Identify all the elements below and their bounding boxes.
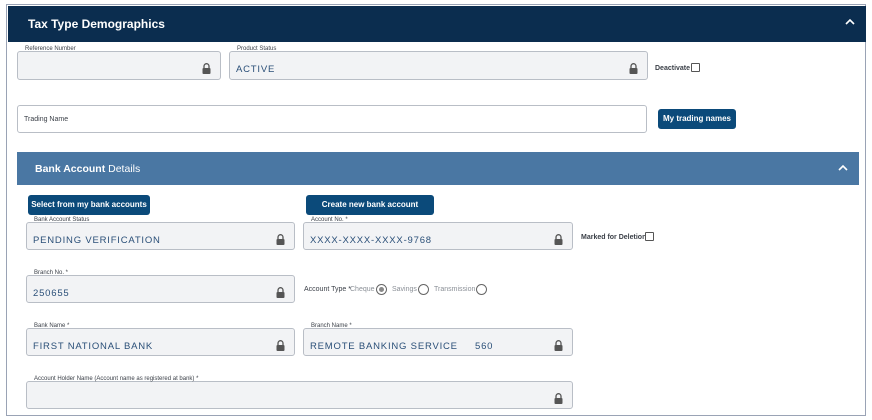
tax-type-header[interactable]: Tax Type Demographics	[8, 6, 866, 42]
bank-account-status-label: Bank Account Status	[33, 217, 91, 223]
account-type-savings-radio[interactable]	[418, 284, 429, 295]
select-from-bank-accounts-button[interactable]: Select from my bank accounts	[28, 195, 150, 215]
account-type-label: Account Type *	[304, 286, 351, 293]
create-new-bank-account-button[interactable]: Create new bank account	[306, 195, 434, 215]
lock-icon	[629, 61, 638, 74]
chevron-up-icon[interactable]	[837, 162, 849, 174]
bank-account-status-field[interactable]: Bank Account Status PENDING VERIFICATION	[26, 217, 295, 250]
lock-icon	[276, 232, 285, 245]
chevron-up-icon[interactable]	[844, 16, 856, 28]
marked-for-deletion-label: Marked for Deletion	[581, 234, 647, 241]
branch-number-value: 250655	[33, 288, 70, 299]
trading-name-label: Trading Name	[24, 116, 69, 123]
branch-number-label: Branch No. *	[33, 270, 70, 276]
branch-name-value: REMOTE BANKING SERVICE 560	[310, 341, 494, 352]
deactivate-label: Deactivate	[655, 65, 691, 72]
lock-icon	[554, 391, 563, 404]
bank-account-title: Bank Account Details	[35, 163, 141, 175]
lock-icon	[554, 232, 563, 245]
lock-icon	[554, 338, 563, 351]
bank-name-label: Bank Name *	[33, 323, 71, 329]
product-status-field[interactable]: Product Status ACTIVE	[229, 46, 648, 80]
account-type-cheque-radio[interactable]	[376, 284, 387, 295]
branch-name-label: Branch Name *	[310, 323, 353, 329]
account-type-option-label: Savings	[392, 286, 417, 293]
account-number-value: XXXX-XXXX-XXXX-9768	[310, 235, 432, 246]
bank-name-value: FIRST NATIONAL BANK	[33, 341, 154, 352]
deactivate-checkbox[interactable]	[691, 63, 700, 72]
reference-number-field[interactable]: Reference Number	[17, 46, 221, 80]
branch-number-field[interactable]: Branch No. * 250655	[26, 270, 295, 303]
marked-for-deletion-checkbox[interactable]	[645, 232, 654, 241]
trading-name-input[interactable]: Trading Name	[17, 105, 647, 133]
product-status-label: Product Status	[236, 46, 278, 52]
lock-icon	[202, 61, 211, 74]
account-holder-name-field[interactable]: Account Holder Name (Account name as reg…	[26, 376, 573, 409]
tax-type-panel: Tax Type Demographics Reference Number P…	[6, 4, 866, 416]
page-title: Tax Type Demographics	[28, 17, 165, 31]
account-number-field[interactable]: Account No. * XXXX-XXXX-XXXX-9768	[303, 217, 573, 250]
account-type-transmission-radio[interactable]	[476, 284, 487, 295]
account-type-option-label: Transmission	[434, 286, 476, 293]
branch-name-field[interactable]: Branch Name * REMOTE BANKING SERVICE 560	[303, 323, 573, 356]
bank-account-header[interactable]: Bank Account Details	[17, 152, 859, 185]
lock-icon	[276, 285, 285, 298]
account-holder-name-label: Account Holder Name (Account name as reg…	[33, 376, 200, 382]
bank-name-field[interactable]: Bank Name * FIRST NATIONAL BANK	[26, 323, 295, 356]
account-type-option-label: Cheque	[350, 286, 375, 293]
my-trading-names-button[interactable]: My trading names	[658, 109, 736, 129]
account-number-label: Account No. *	[310, 217, 349, 223]
lock-icon	[276, 338, 285, 351]
product-status-value: ACTIVE	[236, 64, 276, 75]
reference-number-label: Reference Number	[24, 46, 77, 52]
bank-account-status-value: PENDING VERIFICATION	[33, 235, 161, 246]
